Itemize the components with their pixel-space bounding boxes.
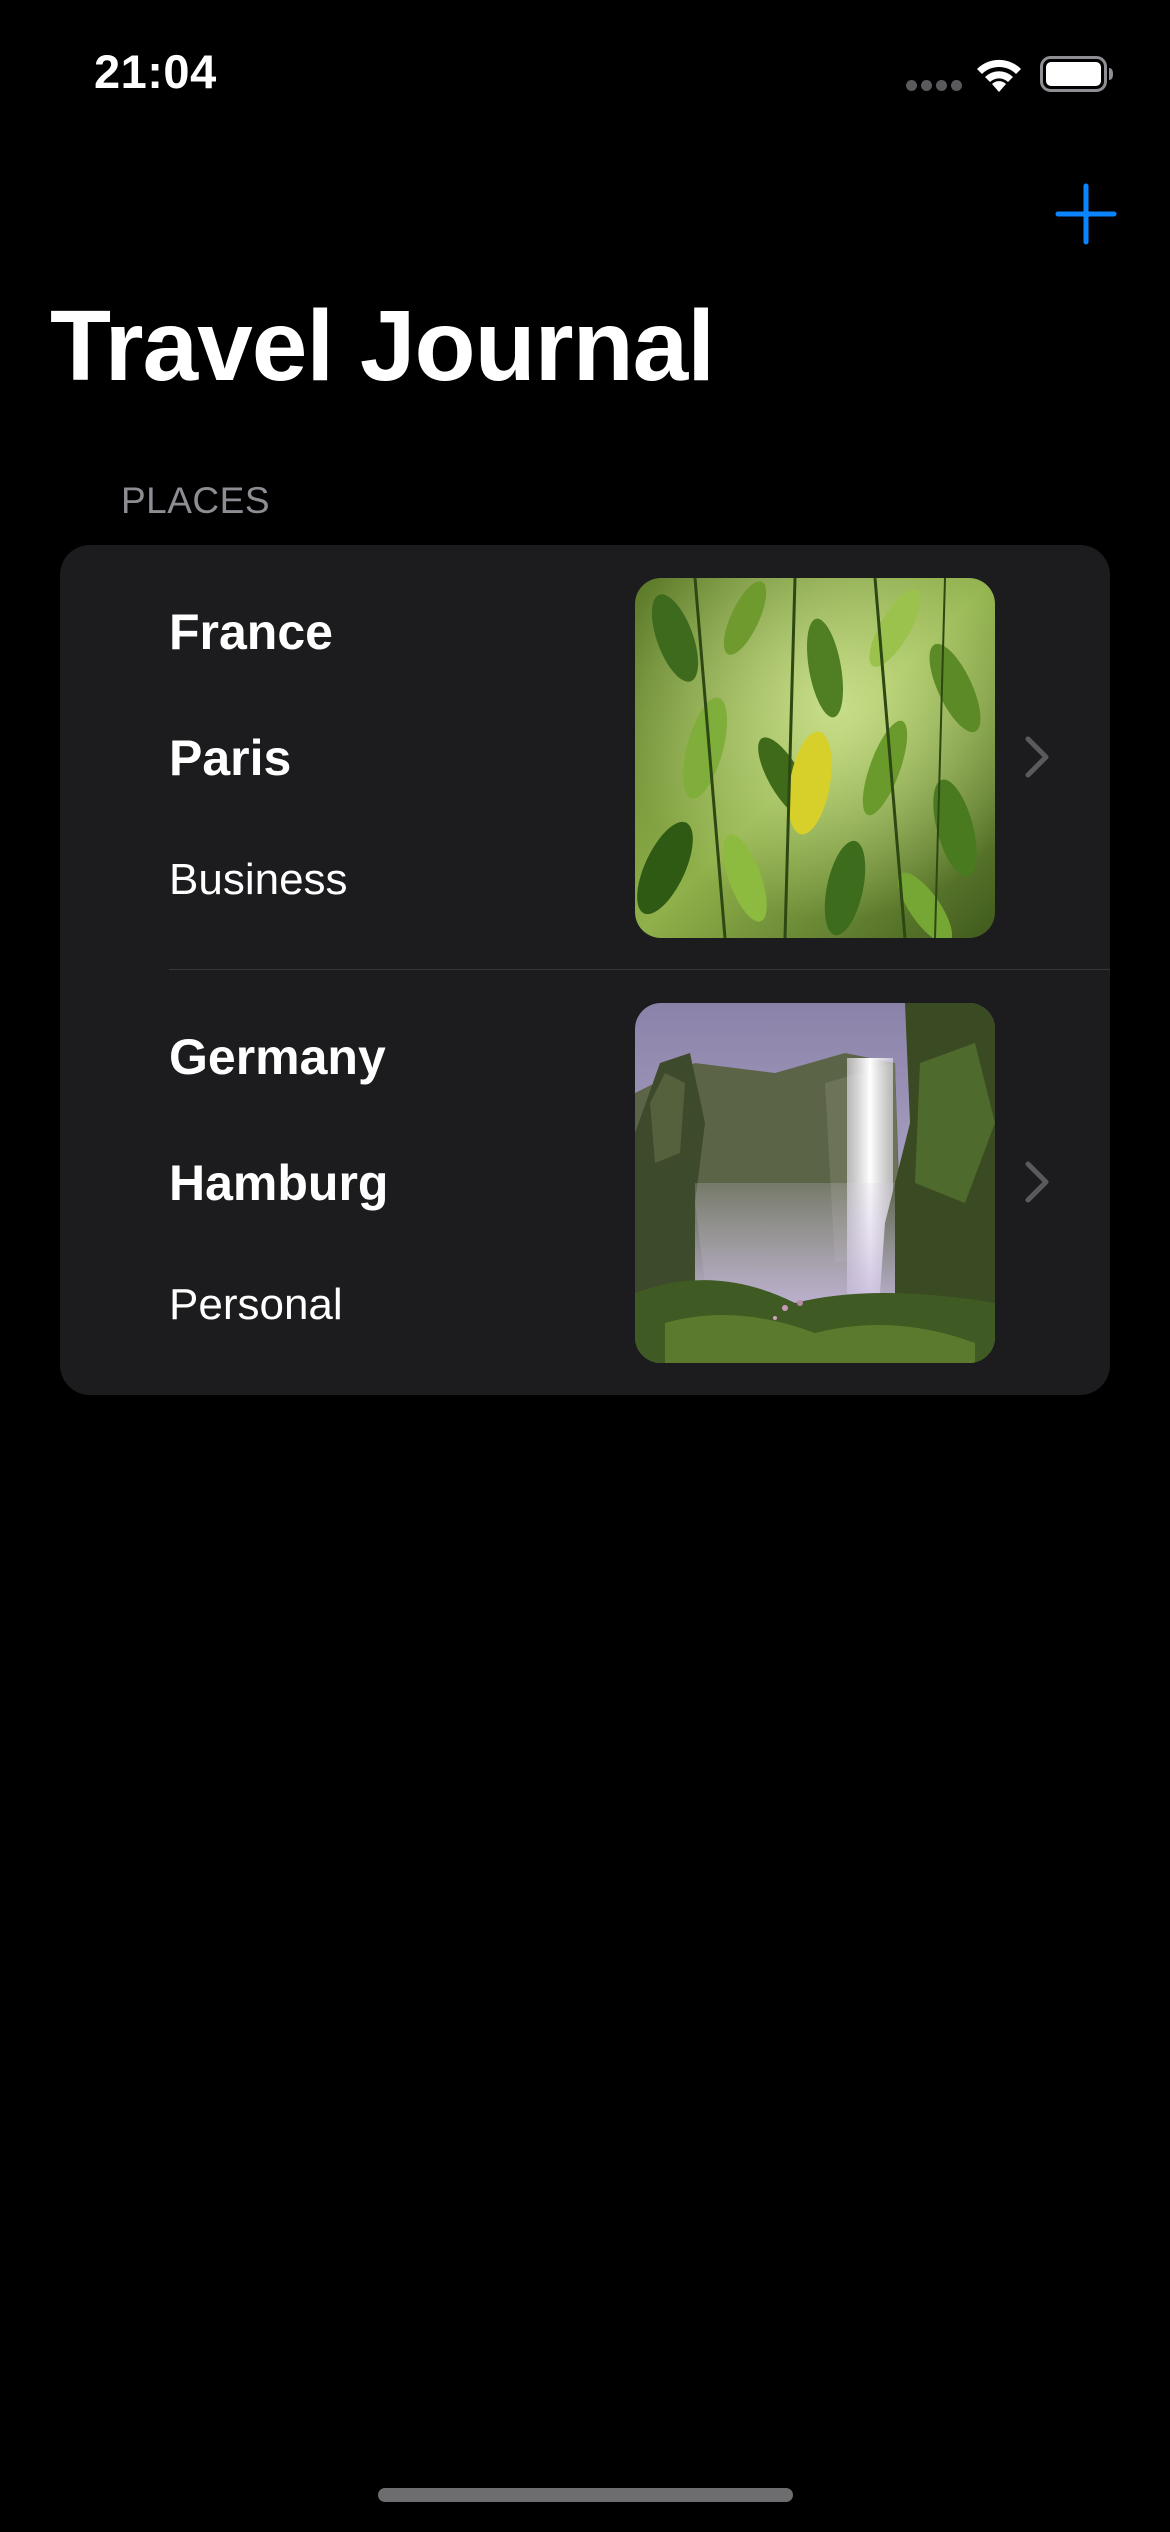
section-header: PLACES [121, 480, 271, 521]
plus-icon [1055, 183, 1117, 245]
page-title: Travel Journal [50, 290, 715, 402]
place-type: Personal [169, 1280, 343, 1329]
waterfall-photo [635, 1003, 995, 1363]
signal-dots-icon [906, 80, 962, 92]
wifi-icon [977, 59, 1021, 92]
add-button[interactable] [1050, 178, 1122, 250]
place-country: Germany [169, 1029, 386, 1085]
places-list: France Paris Business Germany Hamburg Pe… [60, 545, 1110, 1395]
place-type: Business [169, 855, 348, 904]
battery-icon [1040, 56, 1113, 92]
place-country: France [169, 604, 333, 660]
status-time: 21:04 [94, 45, 217, 98]
place-city: Hamburg [169, 1155, 389, 1211]
list-item[interactable]: Germany Hamburg Personal [60, 970, 1110, 1395]
place-thumbnail [635, 1003, 995, 1363]
chevron-right-icon [1025, 1161, 1049, 1203]
place-city: Paris [169, 730, 292, 786]
list-item[interactable]: France Paris Business [60, 545, 1110, 970]
chevron-right-icon [1025, 736, 1049, 778]
home-indicator[interactable] [378, 2488, 793, 2502]
place-thumbnail [635, 578, 995, 938]
status-bar: 21:04 [0, 0, 1170, 140]
leaves-photo [635, 578, 995, 938]
